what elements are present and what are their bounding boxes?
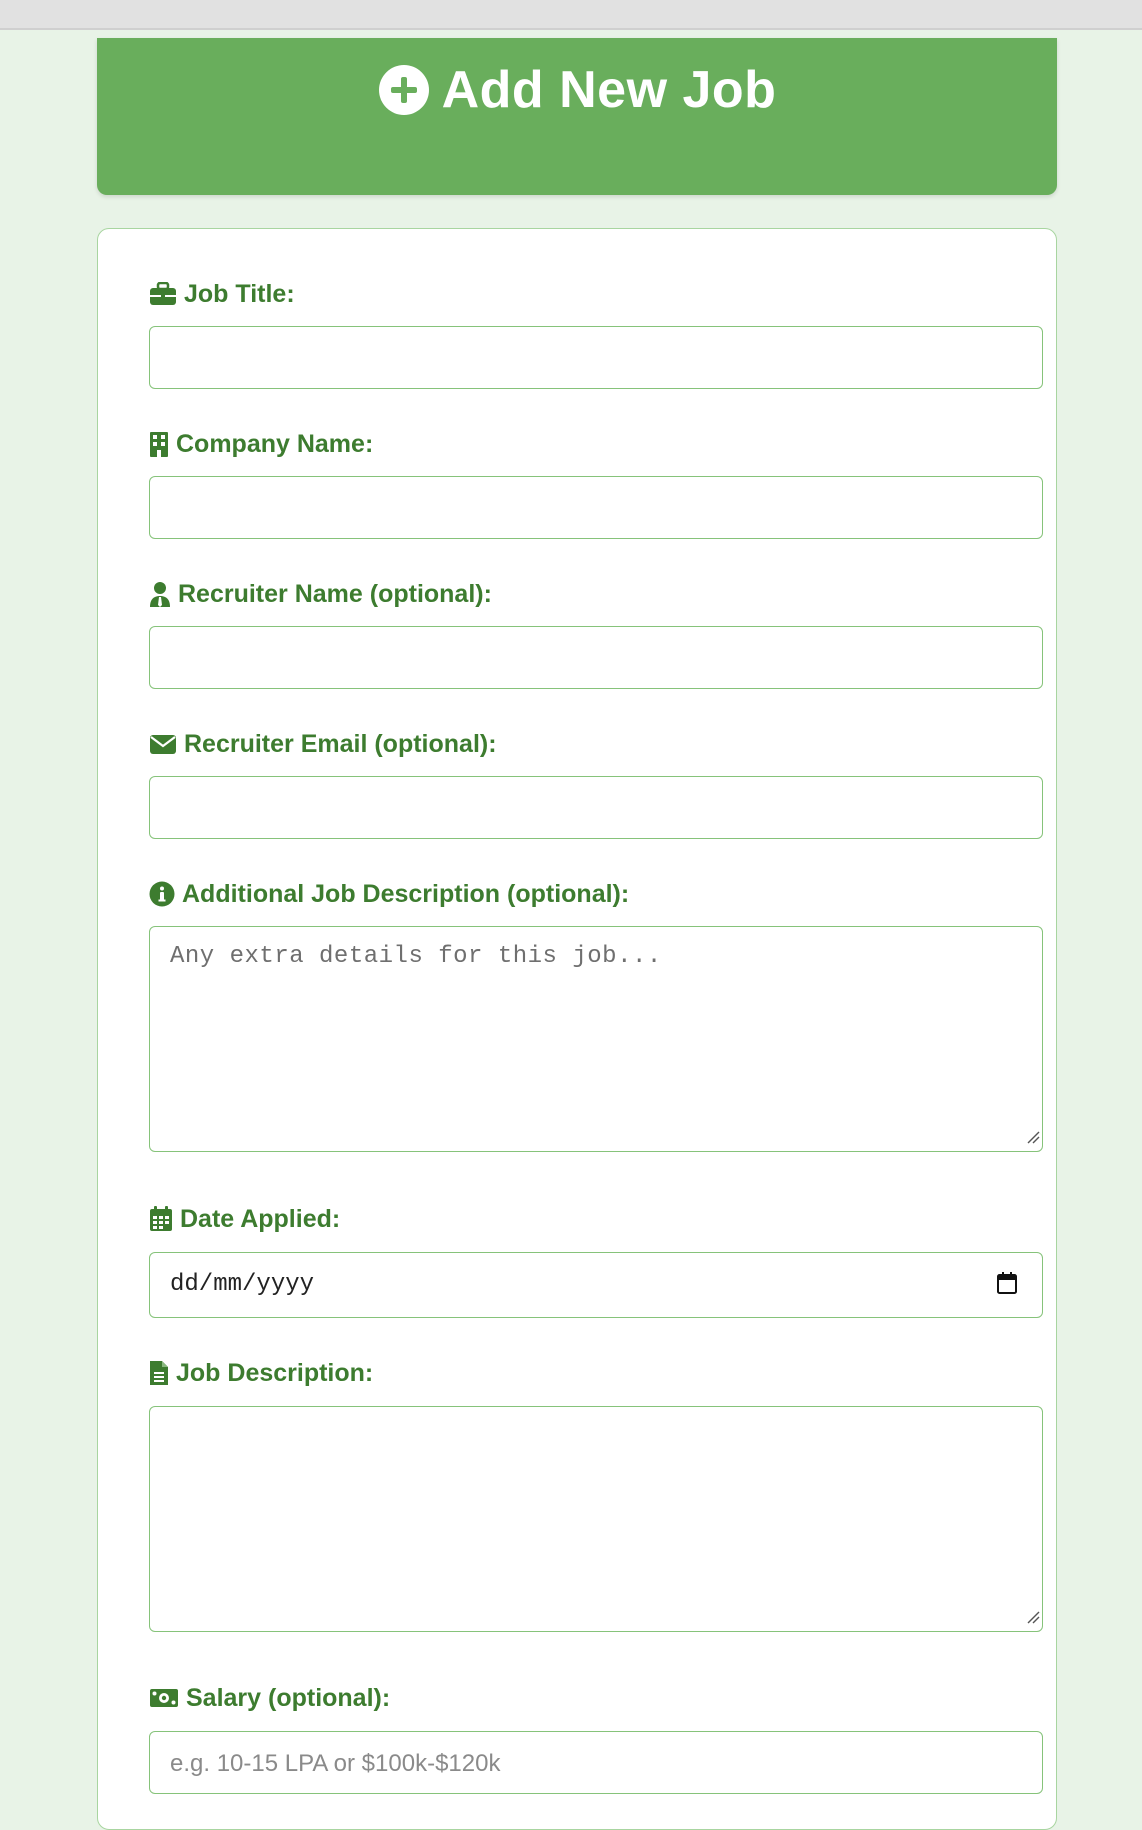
calendar-picker-icon[interactable] <box>996 1271 1018 1300</box>
salary-input[interactable]: e.g. 10-15 LPA or $100k-$120k <box>149 1731 1043 1794</box>
briefcase-icon <box>149 282 177 306</box>
job-description-group: Job Description: <box>149 1358 1045 1632</box>
page-title: Add New Job <box>441 61 777 119</box>
date-applied-input[interactable]: dd/mm/yyyy <box>149 1252 1043 1318</box>
info-circle-icon <box>149 881 175 907</box>
company-name-label: Company Name: <box>149 429 1045 459</box>
recruiter-email-input[interactable] <box>149 776 1043 839</box>
money-bill-icon <box>149 1687 179 1709</box>
job-description-label: Job Description: <box>149 1358 1045 1388</box>
browser-top-bar <box>0 0 1142 30</box>
recruiter-email-label: Recruiter Email (optional): <box>149 729 1045 759</box>
user-tie-icon <box>149 581 171 607</box>
additional-description-placeholder: Any extra details for this job... <box>170 943 662 970</box>
additional-description-label: Additional Job Description (optional): <box>149 879 1045 909</box>
company-name-group: Company Name: <box>149 429 1045 539</box>
building-icon <box>149 431 169 457</box>
envelope-icon <box>149 733 177 755</box>
additional-description-textarea[interactable]: Any extra details for this job... <box>149 926 1043 1152</box>
job-form: Job Title: Company Name: Recruiter Name … <box>97 228 1057 1830</box>
date-applied-value: dd/mm/yyyy <box>170 1271 315 1298</box>
date-applied-label: Date Applied: <box>149 1204 1045 1234</box>
calendar-icon <box>149 1206 173 1232</box>
date-applied-group: Date Applied: dd/mm/yyyy <box>149 1204 1045 1318</box>
resize-handle-icon[interactable] <box>1026 1610 1040 1629</box>
recruiter-name-input[interactable] <box>149 626 1043 689</box>
salary-label: Salary (optional): <box>149 1683 1045 1713</box>
recruiter-name-label: Recruiter Name (optional): <box>149 579 1045 609</box>
resize-handle-icon[interactable] <box>1026 1130 1040 1149</box>
job-title-group: Job Title: <box>149 279 1045 389</box>
job-description-textarea[interactable] <box>149 1406 1043 1632</box>
page-header: Add New Job <box>97 38 1057 195</box>
salary-group: Salary (optional): e.g. 10-15 LPA or $10… <box>149 1683 1045 1794</box>
plus-circle-icon <box>378 64 430 116</box>
recruiter-email-group: Recruiter Email (optional): <box>149 729 1045 839</box>
additional-description-group: Additional Job Description (optional): A… <box>149 879 1045 1152</box>
document-icon <box>149 1360 169 1386</box>
company-name-input[interactable] <box>149 476 1043 539</box>
job-title-label: Job Title: <box>149 279 1045 309</box>
recruiter-name-group: Recruiter Name (optional): <box>149 579 1045 689</box>
job-title-input[interactable] <box>149 326 1043 389</box>
salary-placeholder: e.g. 10-15 LPA or $100k-$120k <box>170 1750 501 1777</box>
